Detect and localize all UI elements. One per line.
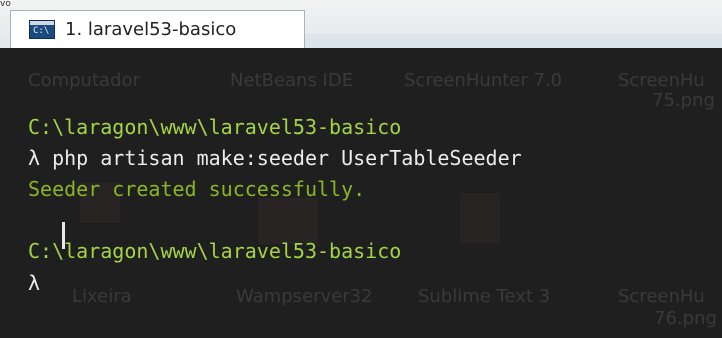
terminal-line-output: Seeder created successfully. [28,177,366,201]
ghost-icon [460,193,500,243]
corner-fragment: vo [0,0,11,9]
console-icon: C:\ [29,20,55,39]
desktop-label: Wampserver32 [236,286,373,307]
terminal-window[interactable]: Computador NetBeans IDE ScreenHunter 7.0… [0,48,722,338]
desktop-label: ScreenHunter 7.0 [404,70,563,91]
desktop-label: Lixeira [72,286,132,307]
desktop-label: 75.png [652,90,715,111]
desktop-label: Sublime Text 3 [418,286,551,307]
desktop-label: NetBeans IDE [230,70,354,91]
terminal-tab[interactable]: C:\ 1. laravel53-basico [10,10,305,48]
desktop-label: ScreenHu [618,286,705,307]
terminal-line-command: λ php artisan make:seeder UserTableSeede… [28,146,522,170]
desktop-label: 76.png [654,308,717,329]
tab-strip [305,34,722,48]
text-cursor [62,222,65,249]
desktop-label: ScreenHu [618,70,705,91]
window-titlebar: vo C:\ 1. laravel53-basico [0,0,722,48]
terminal-prompt[interactable]: λ [28,270,40,296]
terminal-line-path: C:\laragon\www\laravel53-basico [28,115,402,139]
desktop-label: Computador [28,70,140,91]
tab-title: 1. laravel53-basico [65,19,237,40]
terminal-line-path: C:\laragon\www\laravel53-basico [28,239,402,263]
